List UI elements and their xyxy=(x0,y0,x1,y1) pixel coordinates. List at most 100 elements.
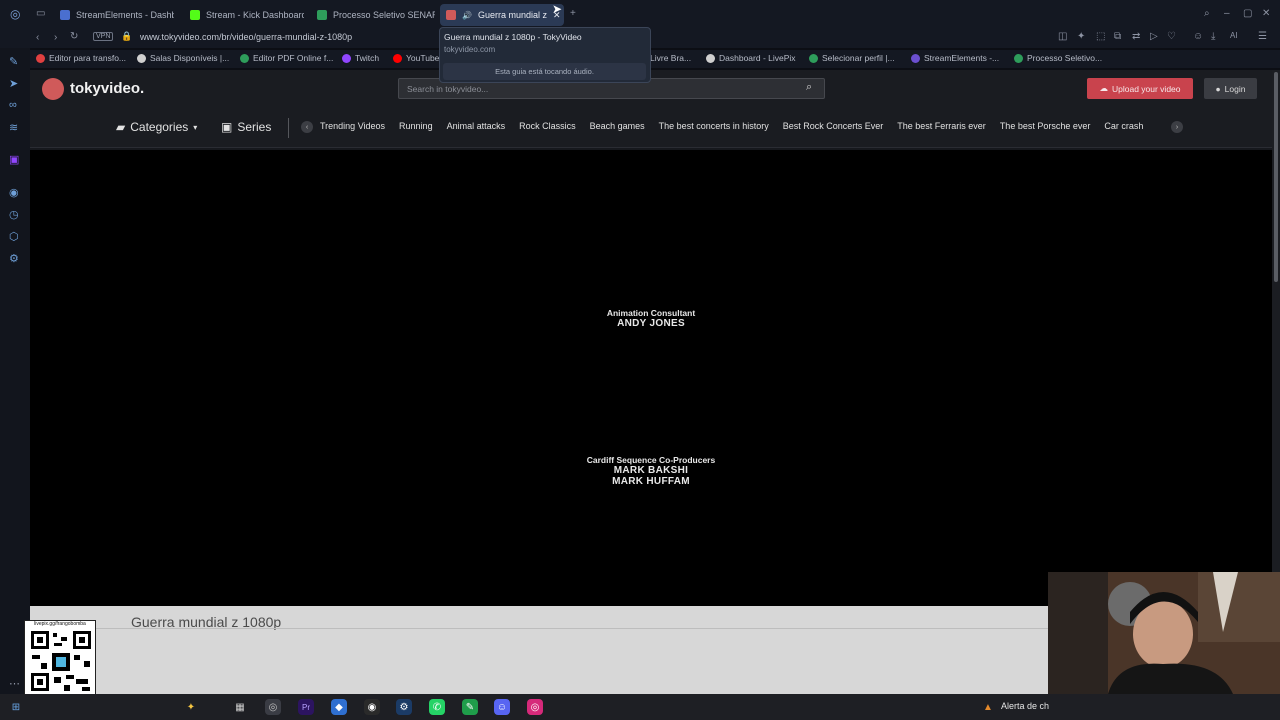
login-button[interactable]: ● Login xyxy=(1204,78,1257,99)
bookmark-label: YouTube xyxy=(406,53,440,63)
nav-divider xyxy=(288,118,289,138)
user-icon: ● xyxy=(1215,83,1221,94)
folder-icon: ▰ xyxy=(116,120,126,134)
ai-icon[interactable]: AI xyxy=(1230,31,1238,40)
site-logo-text[interactable]: tokyvideo. xyxy=(70,80,144,97)
whatsapp-taskbar-icon[interactable]: ✆ xyxy=(429,699,445,715)
opera-logo-icon[interactable]: ◎ xyxy=(10,7,20,21)
bookmark-twitch[interactable]: Twitch xyxy=(342,53,379,63)
sidebar-player-icon[interactable]: ◉ xyxy=(9,186,19,199)
app-taskbar-icon[interactable]: ◆ xyxy=(331,699,347,715)
bookmark-label: StreamElements -... xyxy=(924,53,1000,63)
upload-video-button[interactable]: ☁ Upload your video xyxy=(1087,78,1193,99)
tag-link[interactable]: Animal attacks xyxy=(447,121,506,131)
back-icon[interactable]: ‹ xyxy=(36,32,39,43)
minimize-icon[interactable]: – xyxy=(1224,8,1230,19)
tag-link[interactable]: The best Ferraris ever xyxy=(897,121,986,131)
tag-link[interactable]: Car crash xyxy=(1104,121,1143,131)
sidebar-extensions-icon[interactable]: ⬡ xyxy=(9,230,19,243)
youtube-favicon-icon xyxy=(393,53,402,63)
bookmark-editor-pdf[interactable]: Editor PDF Online f... xyxy=(240,53,333,63)
sidebar-aria-icon[interactable]: ✎ xyxy=(9,55,18,68)
play-icon[interactable]: ▷ xyxy=(1150,31,1158,42)
account-icon[interactable]: ☺ xyxy=(1193,31,1203,42)
excel-taskbar-icon[interactable]: ✎ xyxy=(462,699,478,715)
tokyvideo-logo-icon[interactable] xyxy=(42,78,64,100)
tags-prev-arrow-icon[interactable]: ‹ xyxy=(301,121,313,133)
bookmark-livepix[interactable]: Dashboard - LivePix xyxy=(706,53,796,63)
premiere-taskbar-icon[interactable]: Pr xyxy=(298,699,314,715)
tag-link[interactable]: The best concerts in history xyxy=(659,121,769,131)
tag-link[interactable]: Best Rock Concerts Ever xyxy=(783,121,884,131)
bookmark-favicon-icon xyxy=(36,53,45,63)
sidebar-settings-icon[interactable]: ⚙ xyxy=(9,252,19,265)
task-view-icon[interactable]: ▦ xyxy=(232,699,248,715)
search-icon[interactable]: ⌕ xyxy=(806,81,812,94)
forward-icon[interactable]: › xyxy=(54,32,57,43)
bookmark-streamelements[interactable]: StreamElements -... xyxy=(911,53,999,63)
search-tabs-icon[interactable]: ⌕ xyxy=(1204,8,1210,19)
bookmark-youtube[interactable]: YouTube xyxy=(393,53,439,63)
bookmark-label: Livre Bra... xyxy=(650,53,692,63)
speaker-icon[interactable]: 🔊 xyxy=(462,11,472,20)
tab-streamelements[interactable]: StreamElements - Dashbo xyxy=(54,4,174,26)
copilot-icon[interactable]: ✦ xyxy=(183,699,199,715)
download-icon[interactable]: ⤓ xyxy=(1211,31,1215,42)
reload-icon[interactable]: ↻ xyxy=(70,31,78,42)
sidebar-twitch-icon[interactable]: ▣ xyxy=(9,153,19,166)
sidebar-more-icon[interactable]: ⋯ xyxy=(9,677,20,690)
tooltip-audio-status: Esta guia está tocando áudio. xyxy=(443,63,646,80)
maximize-icon[interactable]: ▢ xyxy=(1243,8,1252,19)
instagram-taskbar-icon[interactable]: ◎ xyxy=(527,699,543,715)
bookmark-processo-seletivo[interactable]: Processo Seletivo... xyxy=(1014,53,1102,63)
sidebar-send-icon[interactable]: ➤ xyxy=(9,77,18,90)
tags-next-arrow-icon[interactable]: › xyxy=(1171,121,1183,133)
tag-link[interactable]: The best Porsche ever xyxy=(1000,121,1091,131)
bookmark-favicon-icon xyxy=(137,53,146,63)
bookmark-selecionar-perfil[interactable]: Selecionar perfil |... xyxy=(809,53,895,63)
sidebar-toggle-icon[interactable]: ◫ xyxy=(1058,31,1067,42)
tag-link[interactable]: Rock Classics xyxy=(519,121,576,131)
mouse-cursor-icon: ➤ xyxy=(552,2,563,16)
streamelements-favicon-icon xyxy=(60,10,70,20)
tab-processo-seletivo[interactable]: Processo Seletivo SENAR xyxy=(311,4,435,26)
sidebar-history-icon[interactable]: ◷ xyxy=(9,208,19,221)
alert-warning-icon: ▲ xyxy=(983,701,993,713)
bookmark-livre[interactable]: Livre Bra... xyxy=(650,53,691,63)
taskbar-alert-text[interactable]: Alerta de ch xyxy=(1001,701,1049,711)
tab-kick-dashboard[interactable]: Stream - Kick Dashboard xyxy=(184,4,304,26)
extensions-icon[interactable]: ⧉ xyxy=(1114,31,1121,42)
pin-icon[interactable]: ✦ xyxy=(1077,31,1085,42)
series-link[interactable]: ▣ Series xyxy=(221,120,271,134)
heart-icon[interactable]: ♡ xyxy=(1167,31,1176,42)
tag-link[interactable]: Beach games xyxy=(590,121,645,131)
url-field[interactable]: www.tokyvideo.com/br/video/guerra-mundia… xyxy=(140,32,352,42)
bookmark-label: Selecionar perfil |... xyxy=(822,53,895,63)
snapshot-icon[interactable]: ⬚ xyxy=(1096,31,1105,42)
sidebar-layers-icon[interactable]: ≋ xyxy=(9,121,18,134)
bookmark-editor-transfo[interactable]: Editor para transfo... xyxy=(36,53,126,63)
new-tab-icon[interactable]: + xyxy=(570,8,576,19)
bookmark-salas[interactable]: Salas Disponíveis |... xyxy=(137,53,229,63)
bookmark-favicon-icon xyxy=(1014,53,1023,63)
close-window-icon[interactable]: ✕ xyxy=(1262,8,1270,19)
lock-icon[interactable]: 🔒 xyxy=(121,31,132,42)
tag-link[interactable]: Trending Videos xyxy=(320,121,385,131)
sidebar-link-icon[interactable]: ∞ xyxy=(9,99,17,111)
menu-icon[interactable]: ☰ xyxy=(1258,31,1267,42)
vpn-badge[interactable]: VPN xyxy=(93,32,114,41)
obs-taskbar-icon[interactable]: ◉ xyxy=(364,699,380,715)
tab-guerra-mundial[interactable]: 🔊 Guerra mundial z ✕ xyxy=(440,4,564,26)
opera-gx-taskbar-icon[interactable]: ◎ xyxy=(265,699,281,715)
discord-taskbar-icon[interactable]: ☺ xyxy=(494,699,510,715)
scrollbar-thumb[interactable] xyxy=(1274,72,1278,282)
video-player[interactable]: Animation Consultant ANDY JONES Cardiff … xyxy=(30,150,1272,606)
windows-start-icon[interactable]: ⊞ xyxy=(8,699,24,715)
categories-dropdown[interactable]: ▰ Categories ▾ xyxy=(116,120,197,134)
qr-code-overlay xyxy=(24,620,96,702)
credit-block: Cardiff Sequence Co-Producers MARK BAKSH… xyxy=(30,455,1272,487)
workspaces-icon[interactable]: ▭ xyxy=(36,8,45,19)
translate-icon[interactable]: ⇄ xyxy=(1132,31,1140,42)
steam-taskbar-icon[interactable]: ⚙ xyxy=(396,699,412,715)
tag-link[interactable]: Running xyxy=(399,121,433,131)
